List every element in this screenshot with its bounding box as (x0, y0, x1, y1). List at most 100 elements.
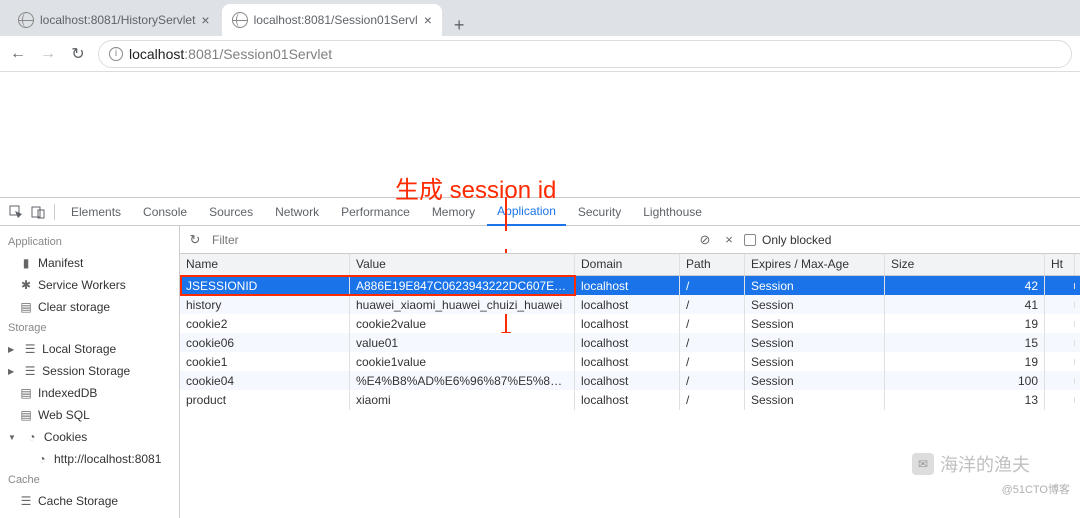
cell-value: huawei_xiaomi_huawei_chuizi_huawei (350, 295, 575, 315)
close-icon[interactable]: × (424, 12, 432, 28)
only-blocked-checkbox[interactable] (744, 234, 756, 246)
cell-expires: Session (745, 352, 885, 372)
cell-size: 19 (885, 352, 1045, 372)
col-ht[interactable]: Ht (1045, 254, 1075, 275)
col-size[interactable]: Size (885, 254, 1045, 275)
application-sidebar: Application ▮Manifest ✱Service Workers ▤… (0, 226, 180, 518)
annotation-label: 生成 session id (395, 170, 556, 205)
browser-tab-bar: localhost:8081/HistoryServlet × localhos… (0, 0, 1080, 36)
sidebar-item-cookies[interactable]: ◔ Cookies (0, 426, 179, 448)
table-row[interactable]: JSESSIONIDA886E19E847C0623943222DC607E31… (180, 276, 1080, 295)
col-path[interactable]: Path (680, 254, 745, 275)
cell-ht (1045, 321, 1075, 327)
forward-icon[interactable]: → (38, 45, 58, 63)
close-icon[interactable]: × (201, 12, 209, 28)
col-domain[interactable]: Domain (575, 254, 680, 275)
sidebar-group-application: Application (0, 232, 179, 252)
sidebar-item-clear-storage[interactable]: ▤Clear storage (0, 296, 179, 318)
cell-ht (1045, 397, 1075, 403)
cell-path: / (680, 314, 745, 334)
col-expires[interactable]: Expires / Max-Age (745, 254, 885, 275)
tab-sources[interactable]: Sources (199, 198, 263, 226)
url-input[interactable]: i localhost:8081/Session01Servlet (98, 40, 1072, 68)
cell-ht (1045, 283, 1075, 289)
cell-expires: Session (745, 390, 885, 410)
col-value[interactable]: Value (350, 254, 575, 275)
storage-icon: ☰ (20, 495, 32, 507)
sidebar-item-cache-storage[interactable]: ☰Cache Storage (0, 490, 179, 512)
sidebar-item-service-workers[interactable]: ✱Service Workers (0, 274, 179, 296)
storage-icon: ☰ (24, 343, 36, 355)
cookie-icon: ◔ (26, 431, 38, 443)
table-row[interactable]: cookie06value01localhost/Session15 (180, 333, 1080, 352)
table-row[interactable]: historyhuawei_xiaomi_huawei_chuizi_huawe… (180, 295, 1080, 314)
refresh-icon[interactable]: ↻ (186, 231, 204, 249)
cell-ht (1045, 302, 1075, 308)
sidebar-item-manifest[interactable]: ▮Manifest (0, 252, 179, 274)
cell-name: cookie04 (180, 371, 350, 391)
table-header: Name Value Domain Path Expires / Max-Age… (180, 254, 1080, 276)
table-row[interactable]: cookie2cookie2valuelocalhost/Session19 (180, 314, 1080, 333)
sidebar-item-label: Local Storage (42, 342, 116, 356)
inspect-icon[interactable] (6, 202, 26, 222)
delete-icon[interactable]: × (720, 231, 738, 249)
only-blocked-label: Only blocked (762, 233, 831, 247)
tab-elements[interactable]: Elements (61, 198, 131, 226)
sidebar-item-session-storage[interactable]: ☰Session Storage (0, 360, 179, 382)
sidebar-item-label: Web SQL (38, 408, 90, 422)
clear-icon[interactable]: ⊘ (696, 231, 714, 249)
browser-tab-active[interactable]: localhost:8081/Session01Servl × (222, 4, 442, 36)
cell-name: history (180, 295, 350, 315)
cell-path: / (680, 390, 745, 410)
cookie-icon: ◔ (36, 453, 48, 465)
cell-name: cookie2 (180, 314, 350, 334)
tab-console[interactable]: Console (133, 198, 197, 226)
cell-path: / (680, 352, 745, 372)
tab-lighthouse[interactable]: Lighthouse (633, 198, 712, 226)
sidebar-item-label: http://localhost:8081 (54, 452, 161, 466)
sidebar-item-label: Cookies (44, 430, 87, 444)
sidebar-group-storage: Storage (0, 318, 179, 338)
back-icon[interactable]: ← (8, 45, 28, 63)
database-icon: ▤ (20, 409, 32, 421)
sidebar-item-websql[interactable]: ▤ Web SQL (0, 404, 179, 426)
col-name[interactable]: Name (180, 254, 350, 275)
cell-ht (1045, 340, 1075, 346)
cell-path: / (680, 276, 745, 296)
filter-input[interactable] (210, 231, 690, 249)
cell-size: 42 (885, 276, 1045, 296)
sidebar-item-label: Manifest (38, 256, 83, 270)
cell-size: 41 (885, 295, 1045, 315)
sidebar-item-indexeddb[interactable]: ▤IndexedDB (0, 382, 179, 404)
cell-value: cookie2value (350, 314, 575, 334)
cell-expires: Session (745, 333, 885, 353)
sidebar-group-cache: Cache (0, 470, 179, 490)
url-text: localhost:8081/Session01Servlet (129, 46, 332, 62)
cell-value: value01 (350, 333, 575, 353)
sidebar-item-cookie-origin[interactable]: ◔ http://localhost:8081 (0, 448, 179, 470)
sidebar-item-local-storage[interactable]: ☰ Local Storage (0, 338, 179, 360)
cell-ht (1045, 378, 1075, 384)
cell-domain: localhost (575, 314, 680, 334)
blog-watermark: @51CTO博客 (1002, 481, 1070, 497)
table-row[interactable]: cookie04%E4%B8%AD%E6%96%87%E5%86%85%E5..… (180, 371, 1080, 390)
sidebar-item-label: Service Workers (38, 278, 126, 292)
tab-title: localhost:8081/HistoryServlet (40, 13, 195, 27)
cell-value: xiaomi (350, 390, 575, 410)
cell-value: %E4%B8%AD%E6%96%87%E5%86%85%E5... (350, 371, 575, 391)
site-info-icon[interactable]: i (109, 47, 123, 61)
cookies-toolbar: ↻ ⊘ × Only blocked (180, 226, 1080, 254)
table-row[interactable]: productxiaomilocalhost/Session13 (180, 390, 1080, 409)
tab-security[interactable]: Security (568, 198, 631, 226)
wechat-watermark: ✉ 海洋的渔夫 (912, 451, 1030, 477)
cell-size: 15 (885, 333, 1045, 353)
cell-name: product (180, 390, 350, 410)
address-bar: ← → ↻ i localhost:8081/Session01Servlet (0, 36, 1080, 72)
tab-network[interactable]: Network (265, 198, 329, 226)
device-toggle-icon[interactable] (28, 202, 48, 222)
browser-tab[interactable]: localhost:8081/HistoryServlet × (8, 4, 220, 36)
cell-name: cookie1 (180, 352, 350, 372)
reload-icon[interactable]: ↻ (68, 44, 88, 64)
table-row[interactable]: cookie1cookie1valuelocalhost/Session19 (180, 352, 1080, 371)
new-tab-button[interactable]: + (444, 15, 475, 36)
